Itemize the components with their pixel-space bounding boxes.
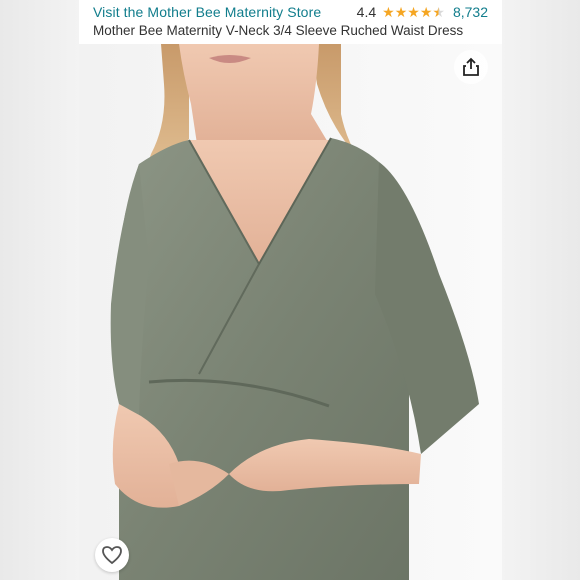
rating-value: 4.4 [356,4,377,20]
star-icon: ★ [407,4,420,20]
half-star-icon: ★ [432,4,445,20]
product-title: Mother Bee Maternity V-Neck 3/4 Sleeve R… [93,23,464,38]
share-icon [463,57,479,76]
share-button[interactable] [454,50,488,84]
product-screen: Visit the Mother Bee Maternity Store 4.4… [79,0,502,580]
left-background [0,0,79,580]
heart-icon [102,546,122,565]
rating-stars: ★ ★ ★ ★ ★ [382,5,445,19]
star-icon: ★ [394,4,408,20]
right-background [502,0,580,580]
star-icon: ★ [382,4,395,20]
rating[interactable]: 4.4 ★ ★ ★ ★ ★ 8,732 [357,4,488,20]
star-icon: ★ [419,4,433,20]
review-count[interactable]: 8,732 [453,4,488,20]
favorite-button[interactable] [95,538,129,572]
store-link[interactable]: Visit the Mother Bee Maternity Store [93,4,321,20]
product-header: Visit the Mother Bee Maternity Store 4.4… [79,0,502,44]
product-photo[interactable] [79,44,502,580]
